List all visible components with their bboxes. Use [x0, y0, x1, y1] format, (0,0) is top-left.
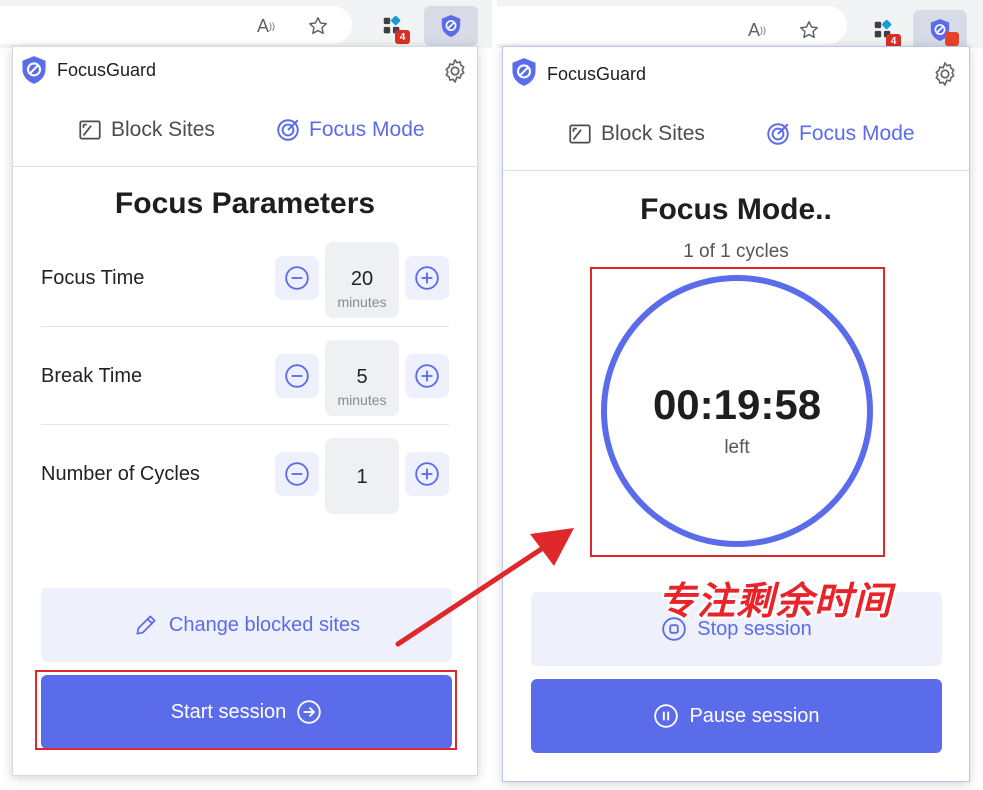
extensions-badge: 4: [395, 30, 410, 44]
address-bar[interactable]: [497, 6, 847, 44]
pause-circle-icon: [654, 704, 679, 728]
block-sites-icon: [79, 120, 101, 140]
popup-tabs: Block Sites Focus Mode: [503, 97, 969, 171]
popup-tabs: Block Sites Focus Mode: [13, 93, 477, 167]
app-name: FocusGuard: [547, 64, 647, 84]
focus-time-value: 20: [350, 268, 374, 290]
address-bar[interactable]: [0, 6, 352, 44]
pause-session-label: Pause session: [689, 704, 820, 727]
favorite-star-icon[interactable]: [306, 14, 330, 38]
annotation-caption: 专注剩余时间: [658, 579, 893, 623]
edit-pencil-icon: [136, 615, 156, 635]
app-name: FocusGuard: [57, 60, 157, 80]
focus-parameters-title: Focus Parameters: [114, 187, 376, 220]
focus-target-icon: [767, 123, 789, 145]
annotation-arrow-icon: [395, 528, 574, 647]
active-session-indicator-icon: [945, 32, 959, 46]
favorite-star-icon[interactable]: [797, 18, 821, 42]
break-time-value: 5: [356, 366, 368, 388]
focus-time-label: Focus Time: [41, 267, 145, 289]
focusguard-logo-icon: [512, 58, 536, 86]
read-aloud-icon[interactable]: A)): [254, 14, 278, 38]
settings-gear-icon[interactable]: [441, 57, 469, 85]
focus-time-row: Focus Time 20 minutes: [41, 229, 449, 327]
cycles-decrement-button[interactable]: [275, 452, 319, 496]
cycles-value: 1: [356, 466, 368, 488]
pause-session-button[interactable]: Pause session: [531, 679, 942, 753]
break-time-increment-button[interactable]: [405, 354, 449, 398]
break-time-row: Break Time 5 minutes: [41, 327, 449, 425]
cycles-row: Number of Cycles 1: [41, 425, 449, 523]
focusguard-shield-icon: [441, 15, 461, 37]
break-time-decrement-button[interactable]: [275, 354, 319, 398]
focusguard-extension-button[interactable]: [424, 6, 478, 46]
read-aloud-icon[interactable]: A)): [745, 18, 769, 42]
popup-header: FocusGuard: [13, 47, 477, 93]
focus-target-icon: [277, 119, 299, 141]
minus-circle-icon: [285, 462, 309, 486]
cycles-value-box[interactable]: 1: [325, 438, 399, 514]
break-time-unit: minutes: [337, 392, 387, 408]
break-time-stepper: 5 minutes: [275, 340, 449, 416]
tab-focus-mode[interactable]: Focus Mode: [765, 121, 915, 147]
settings-gear-icon[interactable]: [931, 60, 959, 88]
focus-time-decrement-button[interactable]: [275, 256, 319, 300]
read-aloud-glyph: A: [256, 15, 269, 36]
change-blocked-sites-label: Change blocked sites: [168, 613, 361, 636]
plus-circle-icon: [415, 266, 439, 290]
tab-focus-mode-label: Focus Mode: [799, 122, 915, 145]
tab-block-sites-label: Block Sites: [111, 118, 215, 141]
minus-circle-icon: [285, 364, 309, 388]
cycles-increment-button[interactable]: [405, 452, 449, 496]
focus-time-increment-button[interactable]: [405, 256, 449, 300]
browser-toolbar-left: A)) 4: [0, 0, 492, 48]
focus-time-value-box[interactable]: 20 minutes: [325, 242, 399, 318]
cycles-stepper: 1: [275, 438, 449, 514]
break-time-label: Break Time: [41, 365, 143, 387]
focusguard-logo-icon: [22, 56, 46, 84]
focusguard-popup-setup: FocusGuard Block Sites Focus Mode Focus …: [12, 46, 478, 776]
browser-toolbar-right: A)) 4: [497, 0, 983, 50]
cycle-progress-text: 1 of 1 cycles: [683, 241, 789, 262]
cycles-label: Number of Cycles: [41, 463, 200, 485]
timer-highlight-box: [590, 267, 885, 557]
focus-mode-title: Focus Mode..: [640, 193, 832, 226]
tab-block-sites[interactable]: Block Sites: [567, 121, 705, 147]
focus-time-unit: minutes: [337, 294, 387, 310]
tab-focus-mode-label: Focus Mode: [309, 118, 425, 141]
minus-circle-icon: [285, 266, 309, 290]
plus-circle-icon: [415, 364, 439, 388]
read-aloud-glyph: A: [747, 19, 760, 40]
start-session-highlight-box: [35, 670, 457, 750]
tab-block-sites-label: Block Sites: [601, 122, 705, 145]
focusguard-extension-button[interactable]: [913, 10, 967, 50]
tab-focus-mode[interactable]: Focus Mode: [275, 117, 425, 143]
popup-header: FocusGuard: [503, 47, 969, 93]
focus-time-stepper: 20 minutes: [275, 242, 449, 318]
tab-block-sites[interactable]: Block Sites: [77, 117, 215, 143]
block-sites-icon: [569, 124, 591, 144]
plus-circle-icon: [415, 462, 439, 486]
break-time-value-box[interactable]: 5 minutes: [325, 340, 399, 416]
